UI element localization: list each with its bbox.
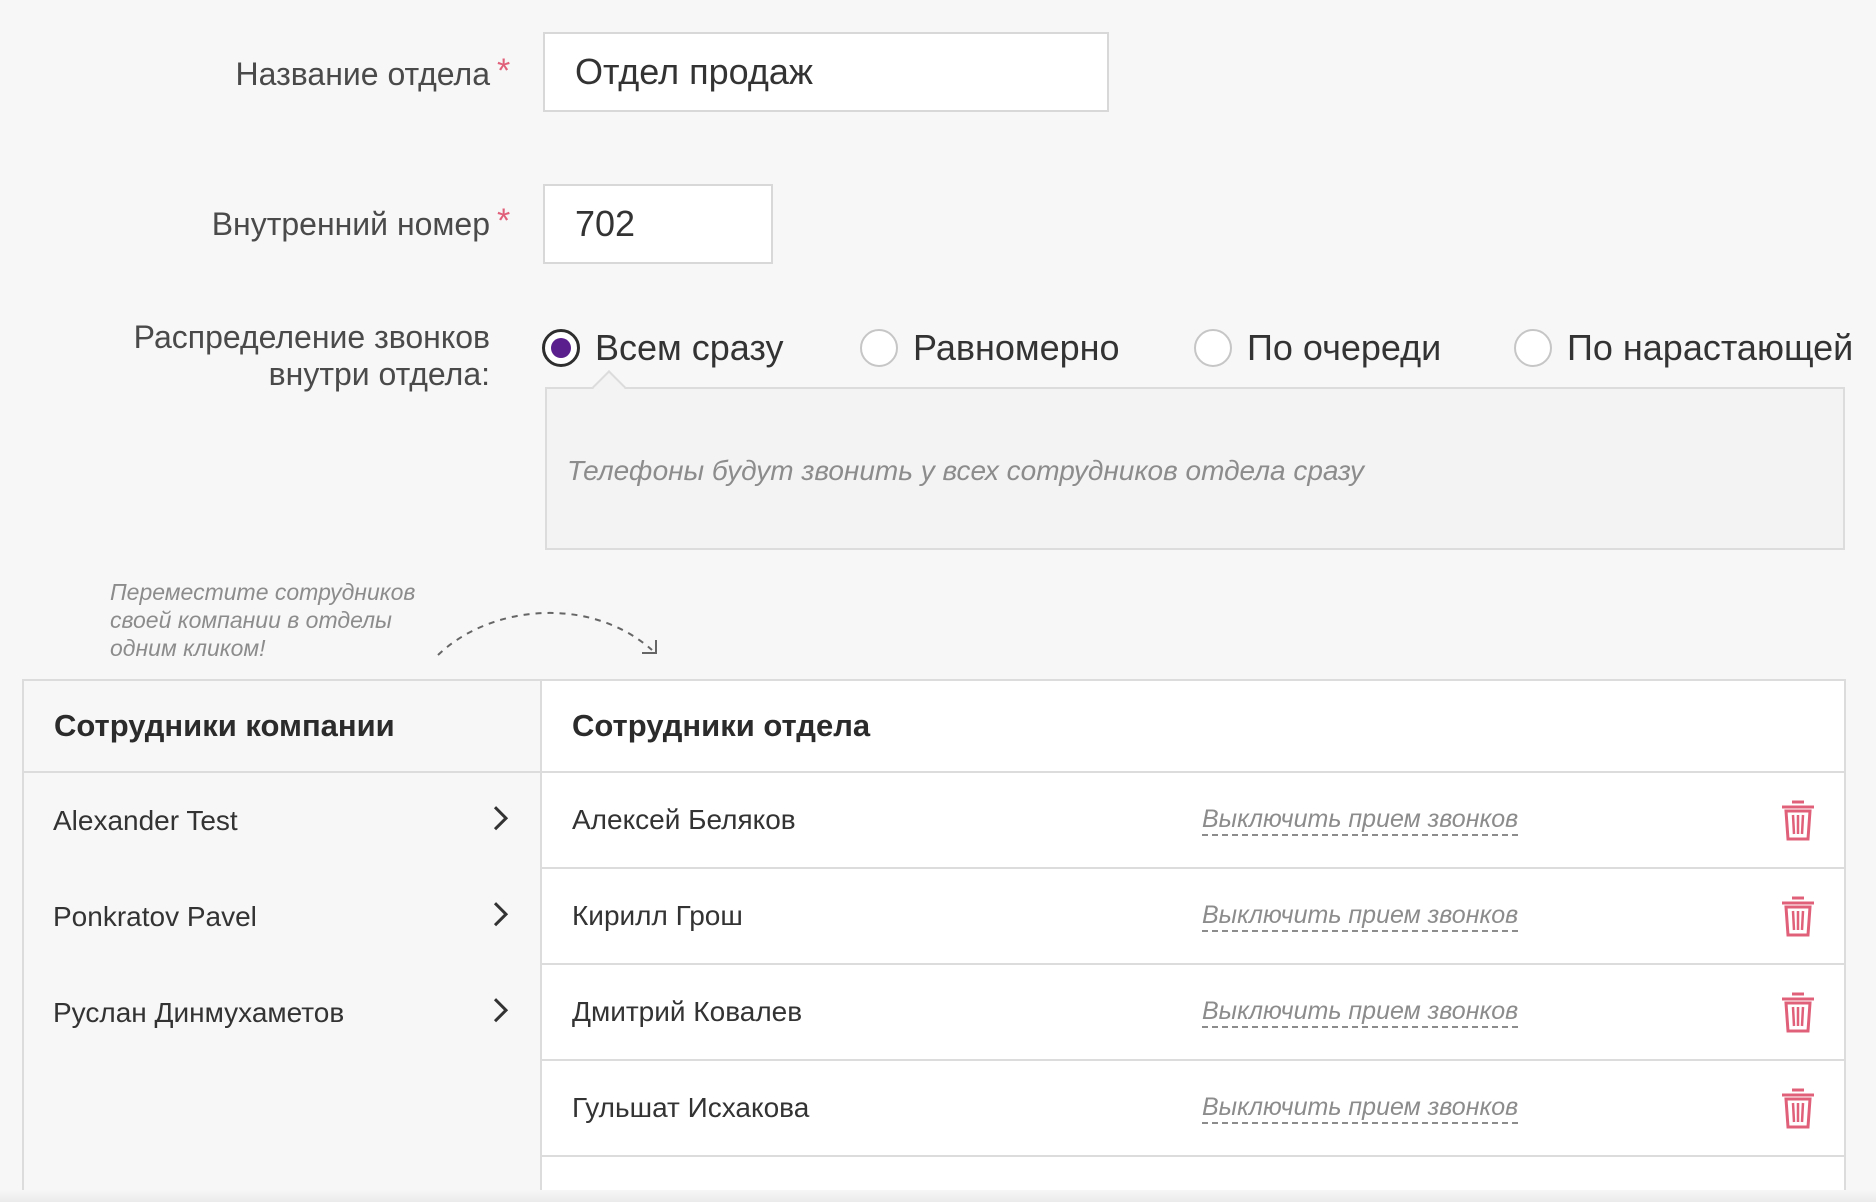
company-employee-item[interactable]: Alexander Test [24,773,540,869]
description-pointer [592,370,626,404]
chevron-right-icon [493,806,509,831]
department-employee-row: Кирилл Грош Выключить прием звонков [542,869,1844,965]
radio-unchecked-icon [1194,329,1232,367]
radio-unchecked-icon [1514,329,1552,367]
company-employee-item[interactable]: Ponkratov Pavel [24,869,540,965]
distribution-label-line1: Распределение звонков [133,319,490,355]
distribution-label-line2: внутри отдела: [268,356,490,392]
chevron-right-icon [493,902,509,927]
department-name-label: Название отдела [235,56,490,92]
disable-calls-link[interactable]: Выключить прием звонков [1202,900,1519,932]
employee-name: Кирилл Грош [572,900,743,931]
trash-icon[interactable] [1778,1085,1818,1131]
radio-unchecked-icon [860,329,898,367]
employee-name: Руслан Динмухаметов [53,997,345,1028]
department-employee-row: Дмитрий Ковалев Выключить прием звонков [542,965,1844,1061]
disable-calls-link[interactable]: Выключить прием звонков [1202,804,1519,836]
radio-incremental[interactable]: По нарастающей [1514,326,1853,370]
required-mark: * [497,202,511,240]
distribution-description: Телефоны будут звонить у всех сотруднико… [567,455,1364,486]
radio-label: По нарастающей [1567,327,1854,368]
bottom-edge [0,1190,1876,1202]
employee-name: Ponkratov Pavel [53,901,257,932]
employee-name: Алексей Беляков [572,804,796,835]
extension-input[interactable] [543,184,773,264]
radio-label: Равномерно [913,327,1120,368]
department-employee-row: Алексей Беляков Выключить прием звонков [542,773,1844,869]
radio-all-at-once[interactable]: Всем сразу [542,326,784,370]
disable-calls-link[interactable]: Выключить прием звонков [1202,1092,1519,1124]
radio-checked-icon [542,329,580,367]
company-employees-title: Сотрудники компании [24,681,540,773]
employee-name: Alexander Test [53,805,238,836]
radio-in-turn[interactable]: По очереди [1194,326,1441,370]
chevron-right-icon [493,998,509,1023]
radio-evenly[interactable]: Равномерно [860,326,1120,370]
employee-name: Дмитрий Ковалев [572,996,803,1027]
trash-icon[interactable] [1778,893,1818,939]
distribution-description-box: Телефоны будут звонить у всех сотруднико… [545,370,1845,550]
department-employees-panel: Сотрудники отдела Алексей Беляков Выключ… [540,679,1846,1202]
radio-label: Всем сразу [595,327,784,368]
trash-icon[interactable] [1778,989,1818,1035]
radio-label: По очереди [1247,327,1442,368]
disable-calls-link[interactable]: Выключить прием звонков [1202,996,1519,1028]
department-employees-title: Сотрудники отдела [542,681,1844,773]
company-employee-item[interactable]: Руслан Динмухаметов [24,965,540,1061]
trash-icon[interactable] [1778,797,1818,843]
company-employees-panel: Сотрудники компании Alexander Test Ponkr… [22,679,542,1202]
extension-label: Внутренний номер [211,206,490,242]
employee-name: Гульшат Исхакова [572,1092,810,1123]
dashed-arrow-icon [437,612,657,656]
department-name-input[interactable] [543,32,1109,112]
drag-hint: Переместите сотрудников своей компании в… [110,579,416,661]
required-mark: * [497,52,511,90]
department-employee-row: Гульшат Исхакова Выключить прием звонков [542,1061,1844,1157]
